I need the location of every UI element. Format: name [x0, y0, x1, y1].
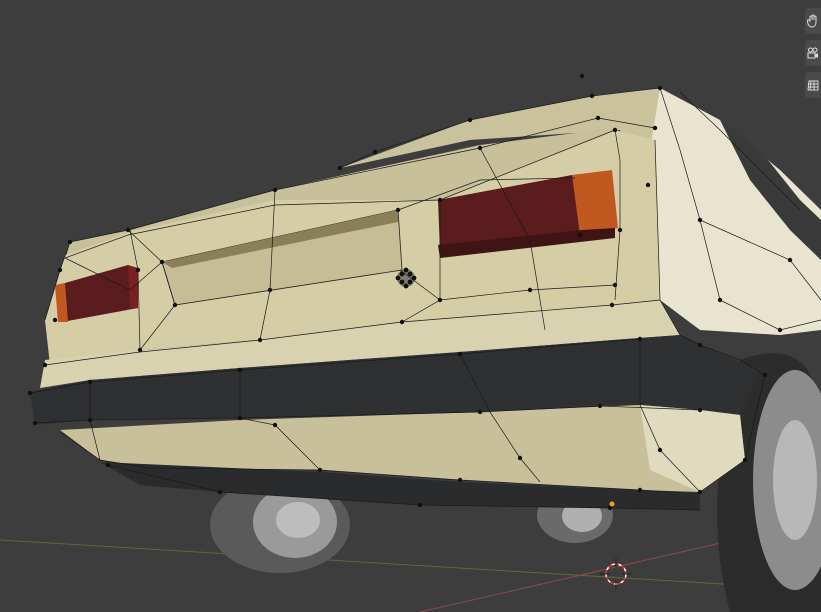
grid-ortho-icon[interactable] [805, 72, 821, 98]
3d-cursor[interactable] [600, 558, 632, 590]
3d-viewport[interactable] [0, 0, 821, 612]
grid-axis-y-line [0, 539, 821, 591]
hand-pan-icon[interactable] [805, 8, 821, 34]
camera-view-icon[interactable] [805, 40, 821, 66]
object-origin[interactable] [609, 501, 615, 507]
viewport-scene[interactable] [0, 0, 821, 612]
indicator-right[interactable] [572, 170, 618, 235]
